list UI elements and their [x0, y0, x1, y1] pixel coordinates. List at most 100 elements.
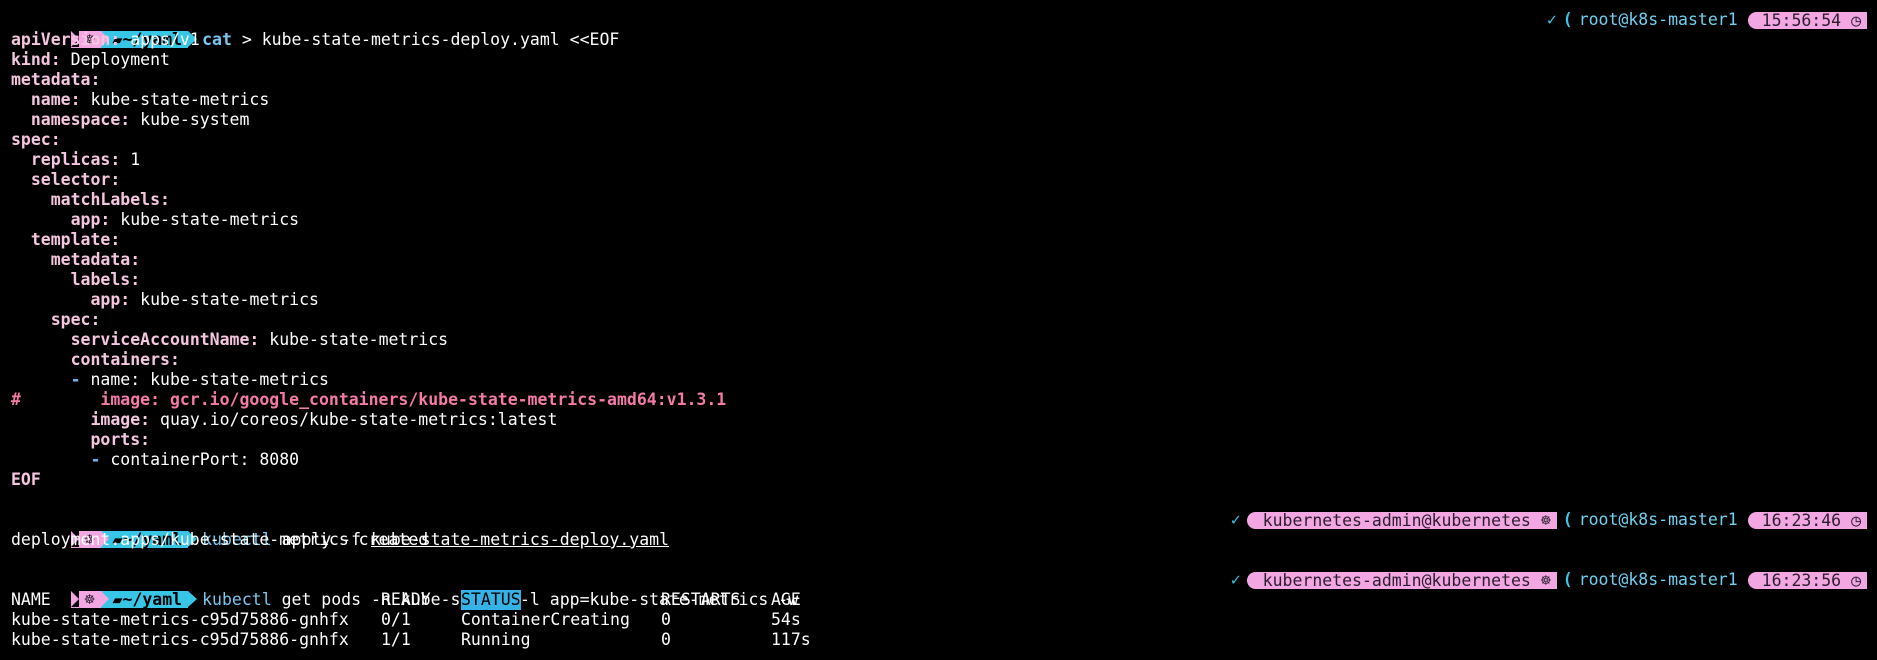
pod-restarts: 0	[661, 610, 671, 629]
yaml-line: spec:	[11, 310, 1867, 330]
user-host: root@k8s-master1	[1578, 570, 1738, 589]
yaml-line: metadata:	[11, 70, 1867, 90]
yaml-line: app: kube-state-metrics	[11, 210, 1867, 230]
time-segment: 16:23:56 ◷	[1747, 570, 1867, 590]
success-check-icon: ✓	[1230, 570, 1241, 589]
user-host: root@k8s-master1	[1578, 10, 1738, 29]
prompt-line-cat: ☸ ▰~/yaml cat > kube-state-metrics-deploy.…	[11, 10, 1867, 49]
yaml-key: spec:	[11, 130, 61, 149]
yaml-line: labels:	[11, 270, 1867, 290]
user-host: root@k8s-master1	[1578, 510, 1738, 529]
prompt-line-get-pods: ☸ ▰~/yaml kubectl get pods -n kube-system …	[11, 570, 1867, 609]
yaml-key: image:	[90, 410, 151, 429]
pod-status: Running	[461, 630, 531, 649]
yaml-line: - name: kube-state-metrics	[11, 370, 1867, 390]
yaml-line: - containerPort: 8080	[11, 450, 1867, 470]
yaml-line: spec:	[11, 130, 1867, 150]
k8s-context-segment: kubernetes-admin@kubernetes ☸	[1246, 570, 1557, 590]
yaml-value: 1	[120, 150, 141, 169]
yaml-dash: -	[70, 370, 81, 389]
yaml-line: image: quay.io/coreos/kube-state-metrics…	[11, 410, 1867, 430]
yaml-value: name: kube-state-metrics	[80, 370, 329, 389]
pod-ready: 0/1	[381, 610, 411, 629]
kubernetes-icon: ☸	[1540, 510, 1551, 530]
success-check-icon: ✓	[1546, 10, 1557, 29]
yaml-line: matchLabels:	[11, 190, 1867, 210]
clock-icon: ◷	[1851, 510, 1861, 530]
yaml-key: kind:	[11, 50, 61, 69]
yaml-line: kind: Deployment	[11, 50, 1867, 70]
pod-status: ContainerCreating	[461, 610, 630, 629]
timestamp: 15:56:54	[1761, 10, 1842, 30]
pod-age: 117s	[771, 630, 811, 649]
k8s-context: kubernetes-admin@kubernetes	[1262, 510, 1531, 530]
yaml-line: metadata:	[11, 250, 1867, 270]
yaml-value: kube-state-metrics	[130, 290, 319, 309]
yaml-comment-line: # image: gcr.io/google_containers/kube-s…	[11, 390, 727, 409]
paren-glyph: (	[1562, 10, 1573, 29]
col-ready-header: READY	[381, 590, 431, 609]
yaml-line: selector:	[11, 170, 1867, 190]
pod-ready: 1/1	[381, 630, 411, 649]
yaml-key: metadata:	[50, 250, 141, 269]
yaml-dash: -	[90, 450, 101, 469]
table-row: kube-state-metrics-c95d75886-gnhfx 0/1 Con…	[11, 610, 1867, 630]
yaml-key: template:	[30, 230, 121, 249]
table-row: kube-state-metrics-c95d75886-gnhfx 1/1 Run…	[11, 630, 1867, 650]
yaml-key: name:	[30, 90, 81, 109]
yaml-key: metadata:	[11, 70, 101, 89]
yaml-line: app: kube-state-metrics	[11, 290, 1867, 310]
yaml-value: Deployment	[60, 50, 170, 69]
apply-output: deployment.apps/kube-state-metrics creat…	[11, 530, 429, 549]
pod-restarts: 0	[661, 630, 671, 649]
col-restarts-header: RESTARTS	[661, 590, 741, 609]
yaml-line: containers:	[11, 350, 1867, 370]
terminal-window[interactable]: ☸ ▰~/yaml cat > kube-state-metrics-deploy.…	[0, 0, 1877, 660]
yaml-value: kube-state-metrics	[80, 90, 270, 109]
yaml-key: serviceAccountName:	[70, 330, 260, 349]
paren-glyph: (	[1562, 510, 1573, 529]
yaml-key: selector:	[30, 170, 121, 189]
success-check-icon: ✓	[1230, 510, 1241, 529]
col-name-header: NAME	[11, 590, 51, 609]
col-age-header: AGE	[771, 590, 801, 609]
yaml-line: namespace: kube-system	[11, 110, 1867, 130]
yaml-key: ports:	[90, 430, 151, 449]
yaml-key: apiVersion:	[11, 30, 121, 49]
timestamp: 16:23:56	[1761, 570, 1842, 590]
time-segment: 15:56:54 ◷	[1747, 10, 1867, 30]
yaml-line: apiVersion: apps/v1	[11, 30, 1867, 50]
k8s-context-segment: kubernetes-admin@kubernetes ☸	[1246, 510, 1557, 530]
yaml-key: spec:	[50, 310, 101, 329]
k8s-context: kubernetes-admin@kubernetes	[1262, 570, 1531, 590]
yaml-value: kube-state-metrics	[110, 210, 300, 229]
clock-icon: ◷	[1851, 570, 1861, 590]
yaml-key: app:	[90, 290, 131, 309]
pod-age: 54s	[771, 610, 801, 629]
heredoc-eof: EOF	[11, 470, 41, 489]
yaml-value: kube-system	[130, 110, 250, 129]
yaml-line: serviceAccountName: kube-state-metrics	[11, 330, 1867, 350]
yaml-key: replicas:	[30, 150, 121, 169]
yaml-key: containers:	[70, 350, 180, 369]
yaml-key: namespace:	[30, 110, 131, 129]
yaml-key: labels:	[70, 270, 141, 289]
yaml-value: apps/v1	[120, 30, 200, 49]
yaml-value: quay.io/coreos/kube-state-metrics:latest	[150, 410, 558, 429]
col-status-header: STATUS	[461, 590, 521, 610]
prompt-line-apply: ☸ ▰~/yaml kubectl apply -f kube-state-metr…	[11, 510, 1867, 549]
pods-table-header: NAME READY STATUS RESTARTS AGE	[11, 590, 1867, 610]
time-segment: 16:23:46 ◷	[1747, 510, 1867, 530]
yaml-line: replicas: 1	[11, 150, 1867, 170]
yaml-value: kube-state-metrics	[259, 330, 449, 349]
yaml-line: template:	[11, 230, 1867, 250]
pod-name: kube-state-metrics-c95d75886-gnhfx	[11, 630, 349, 649]
kubernetes-icon: ☸	[1540, 570, 1551, 590]
yaml-key: app:	[70, 210, 111, 229]
timestamp: 16:23:46	[1761, 510, 1842, 530]
yaml-key: matchLabels:	[50, 190, 170, 209]
pod-name: kube-state-metrics-c95d75886-gnhfx	[11, 610, 349, 629]
yaml-line: name: kube-state-metrics	[11, 90, 1867, 110]
clock-icon: ◷	[1851, 10, 1861, 30]
yaml-line: ports:	[11, 430, 1867, 450]
